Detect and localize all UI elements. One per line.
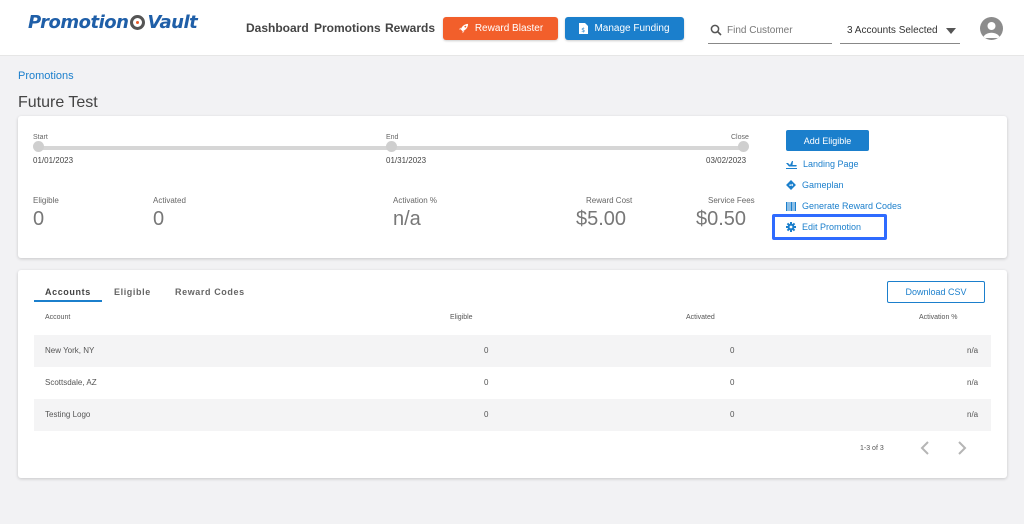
reward-blaster-label: Reward Blaster <box>474 23 544 34</box>
eligible-stat-label: Eligible <box>33 196 59 205</box>
cell-activation-pct: n/a <box>967 410 979 419</box>
timeline-start-label: Start <box>33 134 48 141</box>
edit-promotion-label: Edit Promotion <box>802 222 862 232</box>
promotion-summary-card: Start End Close 01/01/2023 01/31/2023 03… <box>18 116 1007 258</box>
timeline-start-date: 01/01/2023 <box>33 156 74 165</box>
gear-icon <box>786 222 796 232</box>
nav-rewards[interactable]: Rewards <box>385 21 435 35</box>
activation-stat-label: Activation % <box>393 196 438 205</box>
generate-reward-codes-label: Generate Reward Codes <box>802 201 902 211</box>
cell-eligible: 0 <box>484 378 489 387</box>
cell-eligible: 0 <box>484 346 489 355</box>
service-fees-stat-label: Service Fees <box>708 196 755 205</box>
timeline-end-label: End <box>386 134 399 141</box>
promotion-vault-logo[interactable]: Promotion Vault <box>28 12 198 33</box>
column-header-activation-pct: Activation % <box>919 314 958 321</box>
chevron-left-icon[interactable] <box>918 440 932 456</box>
cell-activated: 0 <box>730 378 735 387</box>
cell-activation-pct: n/a <box>967 346 979 355</box>
gameplan-label: Gameplan <box>802 180 844 190</box>
direction-sign-icon <box>786 180 796 190</box>
activated-stat-label: Activated <box>153 196 186 205</box>
logo-text-right: Vault <box>147 12 198 33</box>
column-header-account: Account <box>45 314 71 321</box>
column-header-eligible: Eligible <box>450 314 473 321</box>
reward-cost-stat-value: $5.00 <box>576 208 627 230</box>
table-row[interactable]: New York, NY 0 0 n/a <box>34 335 991 367</box>
manage-funding-label: Manage Funding <box>594 23 670 34</box>
landing-page-label: Landing Page <box>803 159 859 169</box>
add-eligible-button[interactable]: Add Eligible <box>786 130 869 151</box>
search-icon <box>710 24 722 36</box>
logo-text-left: Promotion <box>28 12 129 33</box>
table-row[interactable]: Scottsdale, AZ 0 0 n/a <box>34 367 991 399</box>
barcode-icon <box>786 201 796 211</box>
tab-reward-codes[interactable]: Reward Codes <box>175 287 245 297</box>
caret-down-icon <box>946 28 956 34</box>
manage-funding-button[interactable]: $ Manage Funding <box>565 17 684 40</box>
timeline-start-marker <box>33 141 44 152</box>
active-tab-indicator <box>34 300 102 302</box>
generate-reward-codes-link[interactable]: Generate Reward Codes <box>786 201 902 211</box>
nav-promotions[interactable]: Promotions <box>314 21 381 35</box>
reward-cost-stat-label: Reward Cost <box>586 196 633 205</box>
page-title: Future Test <box>18 94 98 111</box>
tab-eligible[interactable]: Eligible <box>114 287 151 297</box>
accounts-select-value: 3 Accounts Selected <box>847 24 938 36</box>
activation-stat-value: n/a <box>393 208 421 230</box>
accounts-select-dropdown[interactable]: 3 Accounts Selected <box>840 17 960 44</box>
service-fees-stat-value: $0.50 <box>696 208 747 230</box>
user-avatar[interactable] <box>980 17 1003 40</box>
cell-account: Testing Logo <box>45 410 91 419</box>
rocket-icon <box>458 23 468 34</box>
find-customer-input[interactable] <box>727 24 827 36</box>
vault-dial-icon <box>130 15 146 30</box>
chevron-right-icon[interactable] <box>955 440 969 456</box>
cell-activated: 0 <box>730 410 735 419</box>
timeline-end-date: 01/31/2023 <box>386 156 427 165</box>
timeline-end-marker <box>386 141 397 152</box>
cell-account: Scottsdale, AZ <box>45 378 97 387</box>
landing-page-link[interactable]: Landing Page <box>786 159 859 169</box>
edit-promotion-link[interactable]: Edit Promotion <box>786 222 861 232</box>
gameplan-link[interactable]: Gameplan <box>786 180 844 190</box>
download-csv-button[interactable]: Download CSV <box>887 281 985 303</box>
cell-activated: 0 <box>730 346 735 355</box>
pagination-range: 1-3 of 3 <box>860 445 884 452</box>
activated-stat-value: 0 <box>153 208 165 230</box>
accounts-table-card: Accounts Eligible Reward Codes Download … <box>18 270 1007 478</box>
column-header-activated: Activated <box>686 314 715 321</box>
find-customer-search <box>708 17 832 44</box>
cell-account: New York, NY <box>45 346 95 355</box>
nav-dashboard[interactable]: Dashboard <box>246 21 309 35</box>
document-dollar-icon: $ <box>579 23 589 34</box>
top-header: Promotion Vault Dashboard Promotions Rew… <box>0 0 1024 56</box>
svg-text:$: $ <box>582 27 586 34</box>
table-row[interactable]: Testing Logo 0 0 n/a <box>34 399 991 431</box>
user-icon <box>983 22 1000 38</box>
timeline-close-date: 03/02/2023 <box>706 156 747 165</box>
timeline-close-marker <box>738 141 749 152</box>
reward-blaster-button[interactable]: Reward Blaster <box>443 17 558 40</box>
tab-accounts[interactable]: Accounts <box>45 287 91 297</box>
timeline-close-label: Close <box>731 134 749 141</box>
cell-activation-pct: n/a <box>967 378 979 387</box>
airplane-icon <box>786 160 797 169</box>
cell-eligible: 0 <box>484 410 489 419</box>
breadcrumb-promotions[interactable]: Promotions <box>18 70 74 82</box>
eligible-stat-value: 0 <box>33 208 45 230</box>
